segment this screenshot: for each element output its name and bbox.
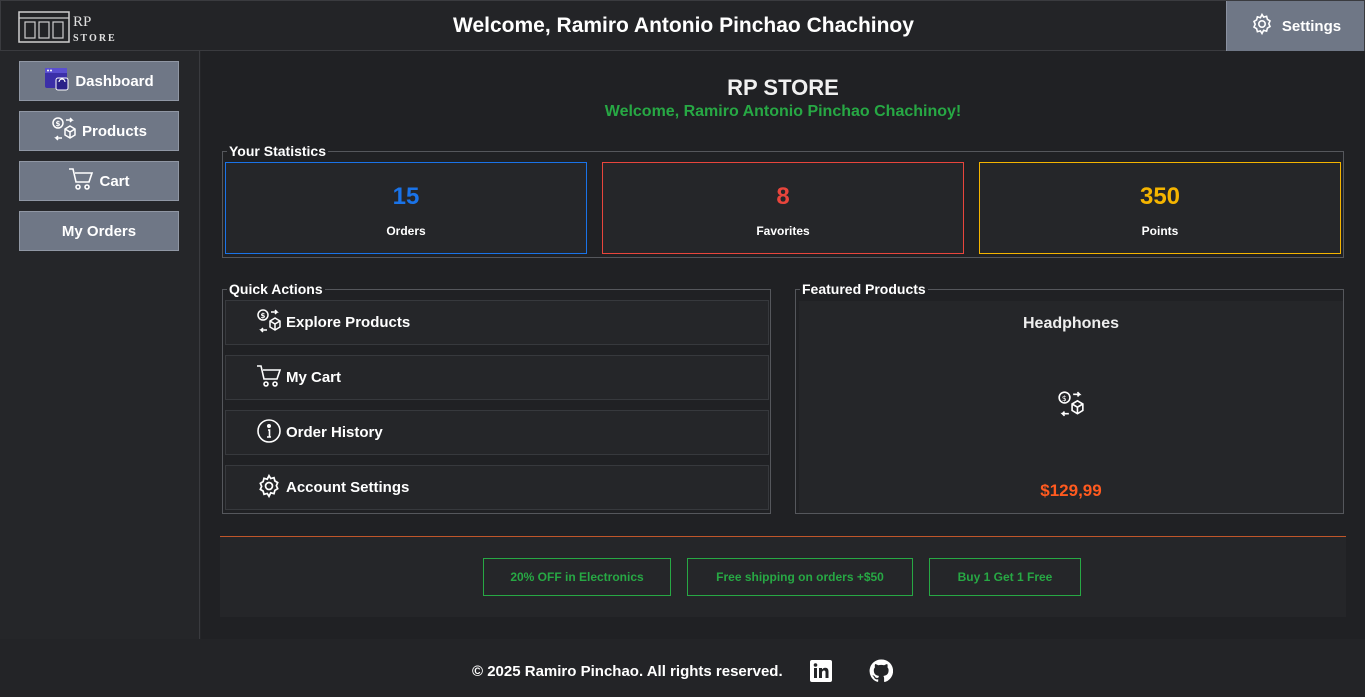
quick-actions-legend: Quick Actions — [229, 281, 323, 297]
promo-electronics[interactable]: 20% OFF in Electronics — [483, 558, 671, 596]
stat-value: 8 — [776, 183, 790, 210]
stat-label: Orders — [386, 224, 426, 238]
products-exchange-icon: $ — [256, 308, 282, 338]
stat-card-favorites: 8 Favorites — [602, 162, 964, 254]
top-bar: RP STORE Welcome, Ramiro Antonio Pinchao… — [0, 0, 1365, 51]
cart-icon — [256, 363, 282, 393]
quick-action-label: My Cart — [286, 369, 342, 386]
promo-buy-one-get-one[interactable]: Buy 1 Get 1 Free — [929, 558, 1081, 596]
featured-legend: Featured Products — [802, 281, 926, 297]
sidebar-item-label: Cart — [99, 172, 130, 190]
stat-value: 350 — [1139, 183, 1181, 210]
sidebar-item-my-orders[interactable]: My Orders — [19, 211, 179, 251]
explore-products-button[interactable]: $ Explore Products — [225, 300, 769, 345]
stat-label: Favorites — [756, 224, 810, 238]
page-title: RP STORE — [727, 75, 839, 100]
gear-icon — [1250, 12, 1274, 40]
svg-text:$: $ — [261, 312, 266, 320]
sidebar-item-products[interactable]: $ Products — [19, 111, 179, 151]
sidebar-item-cart[interactable]: Cart — [19, 161, 179, 201]
stat-value: 15 — [392, 183, 420, 210]
quick-action-label: Account Settings — [286, 479, 410, 496]
main-content: RP STORE Welcome, Ramiro Antonio Pinchao… — [201, 51, 1365, 639]
svg-text:$: $ — [55, 120, 60, 128]
product-name: Headphones — [1022, 315, 1119, 332]
quick-action-label: Explore Products — [286, 314, 411, 331]
stat-card-orders: 15 Orders — [225, 162, 587, 254]
promotions-bar: 20% OFF in Electronics Free shipping on … — [220, 536, 1346, 617]
sidebar-item-label: My Orders — [61, 222, 137, 240]
copyright-text: © 2025 Ramiro Pinchao. All rights reserv… — [472, 663, 783, 680]
dashboard-icon — [44, 66, 70, 96]
svg-text:$: $ — [1062, 394, 1067, 403]
footer: © 2025 Ramiro Pinchao. All rights reserv… — [0, 639, 1365, 697]
sidebar-item-label: Dashboard — [75, 72, 154, 90]
github-icon[interactable] — [869, 659, 894, 688]
sidebar: Dashboard $ Products Cart My Orders — [0, 51, 200, 639]
stat-card-points: 350 Points — [979, 162, 1341, 254]
cart-icon — [68, 166, 94, 196]
statistics-legend: Your Statistics — [229, 143, 326, 159]
account-settings-button[interactable]: Account Settings — [225, 465, 769, 510]
my-cart-button[interactable]: My Cart — [225, 355, 769, 400]
promo-free-shipping[interactable]: Free shipping on orders +$50 — [687, 558, 913, 596]
quick-action-label: Order History — [286, 424, 383, 441]
featured-product-card[interactable]: Headphones $ $129,99 — [799, 301, 1343, 513]
product-price: $129,99 — [1040, 481, 1102, 500]
settings-button[interactable]: Settings — [1226, 1, 1364, 51]
order-history-button[interactable]: Order History — [225, 410, 769, 455]
settings-label: Settings — [1281, 17, 1342, 35]
sidebar-item-dashboard[interactable]: Dashboard — [19, 61, 179, 101]
sidebar-item-label: Products — [81, 122, 147, 140]
gear-icon — [256, 473, 282, 503]
header-title: Welcome, Ramiro Antonio Pinchao Chachino… — [453, 14, 914, 37]
stat-label: Points — [1141, 224, 1179, 238]
products-exchange-icon: $ — [1057, 390, 1085, 423]
info-icon — [256, 418, 282, 448]
products-exchange-icon: $ — [51, 116, 77, 146]
linkedin-icon[interactable] — [809, 659, 833, 688]
welcome-message: Welcome, Ramiro Antonio Pinchao Chachino… — [604, 103, 962, 120]
